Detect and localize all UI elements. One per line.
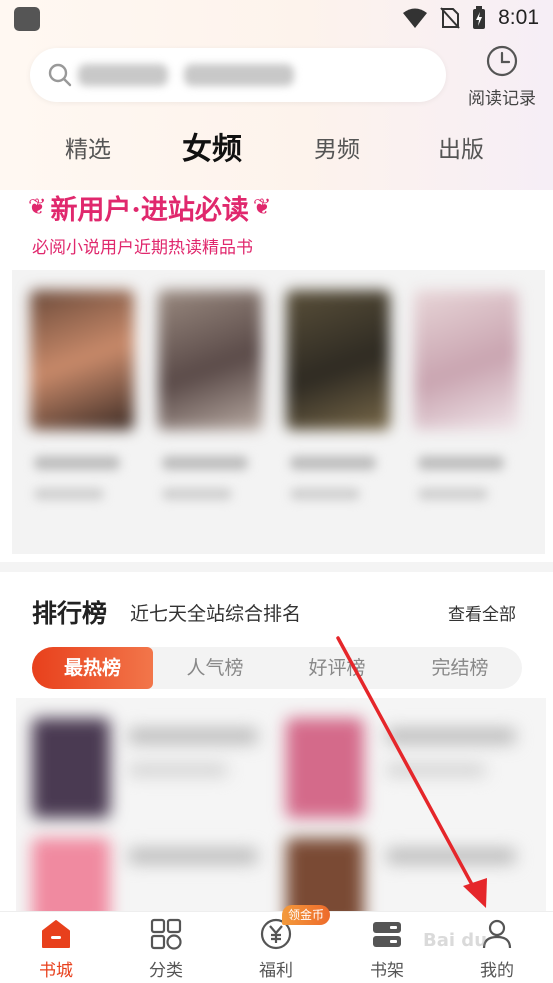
tab-male[interactable]: 男频 [314,130,360,164]
category-icon [150,918,182,950]
view-all-link[interactable]: 查看全部 [448,600,516,625]
battery-charging-icon [473,6,486,29]
book-card[interactable] [152,270,270,554]
banner-heading: ❦ 新用户·进站必读 ❦ [28,188,271,227]
book-meta-blurred [386,764,486,776]
book-cover [414,290,518,430]
book-title-blurred [386,728,516,744]
recommended-books [12,270,545,554]
clock-time: 8:01 [498,6,539,29]
nav-bookshelf-label: 书架 [370,961,404,981]
banner-title: 新用户·进站必读 [50,195,249,226]
book-cover[interactable] [32,718,110,818]
book-title-blurred [128,728,258,744]
laurel-right-icon: ❦ [252,195,272,220]
book-card[interactable] [408,270,526,554]
tab-popularity[interactable]: 人气榜 [154,647,276,689]
banner-subtitle: 必阅小说用户近期热读精品书 [32,238,253,258]
search-input[interactable] [30,48,446,102]
nav-profile-label: 我的 [480,961,514,981]
nav-category-label: 分类 [149,961,183,981]
wifi-icon [403,8,428,28]
nav-category[interactable]: 分类 [126,912,206,983]
search-placeholder-blurred [78,60,328,90]
laurel-left-icon: ❦ [28,195,47,220]
book-card[interactable] [280,270,398,554]
book-cover [158,290,262,430]
tab-completed[interactable]: 完结榜 [398,647,522,689]
nav-bookshelf[interactable]: 书架 [347,912,427,983]
ranking-subtitle: 近七天全站综合排名 [130,603,302,625]
nav-bookstore-label: 书城 [39,961,73,981]
coin-badge: 领金币 [282,905,330,925]
search-icon [48,63,72,87]
nav-welfare-label: 福利 [259,961,293,981]
ranking-tabs: 最热榜 人气榜 好评榜 完结榜 [32,647,522,689]
tab-publish[interactable]: 出版 [438,130,484,164]
book-cover [30,290,134,430]
tab-female[interactable]: 女频 [182,124,242,168]
book-title-blurred [128,848,258,864]
reading-history-label: 阅读记录 [468,89,536,109]
book-card[interactable] [24,270,142,554]
tab-featured[interactable]: 精选 [65,130,111,164]
section-divider [0,562,553,572]
notification-app-icon [14,7,40,31]
bookshelf-icon [373,922,401,947]
reading-history-button[interactable]: 阅读记录 [462,44,542,109]
ranking-title: 排行榜 [32,599,108,628]
nav-bookstore[interactable]: 书城 [16,912,96,983]
ranking-list [16,698,546,913]
book-cover[interactable] [286,718,364,818]
book-cover [286,290,390,430]
book-title-blurred [386,848,516,864]
book-meta-blurred [128,764,228,776]
book-cover[interactable] [32,838,110,913]
channel-tabs: 精选 女频 男频 出版 [0,120,553,170]
status-bar: 8:01 [0,0,553,40]
tab-hottest[interactable]: 最热榜 [32,647,153,689]
watermark: Bai du [423,930,488,951]
clock-icon [486,45,518,77]
tab-top-rated[interactable]: 好评榜 [276,647,398,689]
no-sim-icon [440,7,460,29]
home-icon [42,920,70,948]
book-cover[interactable] [286,838,364,913]
